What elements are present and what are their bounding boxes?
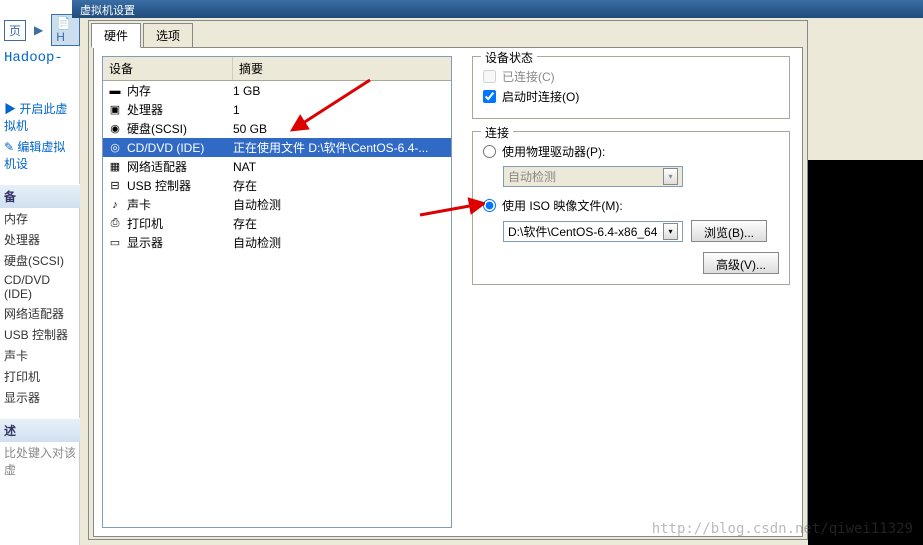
tab-hardware[interactable]: 硬件 bbox=[91, 23, 141, 48]
display-icon: ▭ bbox=[107, 235, 123, 251]
device-summary: NAT bbox=[233, 160, 447, 174]
device-summary: 自动检测 bbox=[233, 196, 447, 213]
device-name: 打印机 bbox=[127, 215, 163, 232]
connected-label: 已连接(C) bbox=[502, 68, 555, 85]
bg-memory: 内存 bbox=[0, 208, 80, 229]
device-summary: 正在使用文件 D:\软件\CentOS-6.4-... bbox=[233, 139, 447, 156]
desc-placeholder: 比处键入对该虚 bbox=[0, 442, 80, 480]
physical-drive-label: 使用物理驱动器(P): bbox=[502, 143, 605, 160]
bg-disk: 硬盘(SCSI) bbox=[0, 250, 80, 271]
connection-legend: 连接 bbox=[481, 124, 513, 141]
device-name: 显示器 bbox=[127, 234, 163, 251]
device-name: USB 控制器 bbox=[127, 177, 191, 194]
physical-drive-dropdown: 自动检测 ▾ bbox=[503, 166, 683, 187]
device-row[interactable]: ⎙打印机 存在 bbox=[103, 214, 451, 233]
advanced-button[interactable]: 高级(V)... bbox=[703, 252, 779, 274]
project-link[interactable]: Hadoop- bbox=[0, 48, 80, 68]
open-vm-link[interactable]: ▶ 开启此虚拟机 bbox=[0, 98, 80, 136]
iso-file-label: 使用 ISO 映像文件(M): bbox=[502, 197, 623, 214]
bg-cddvd: CD/DVD (IDE) bbox=[0, 271, 80, 303]
device-summary: 自动检测 bbox=[233, 234, 447, 251]
device-summary: 存在 bbox=[233, 177, 447, 194]
connect-on-start-label: 启动时连接(O) bbox=[502, 88, 579, 105]
devices-section-header: 备 bbox=[0, 184, 80, 208]
column-device[interactable]: 设备 bbox=[103, 57, 233, 80]
device-row[interactable]: ◎ CD/DVD (IDE) 正在使用文件 D:\软件\CentOS-6.4-... bbox=[103, 138, 451, 157]
watermark: http://blog.csdn.net/qiwei11329 bbox=[652, 521, 913, 537]
memory-icon: ▬ bbox=[107, 83, 123, 99]
disk-icon: ◉ bbox=[107, 121, 123, 137]
device-row[interactable]: ♪声卡 自动检测 bbox=[103, 195, 451, 214]
device-row[interactable]: ▭显示器 自动检测 bbox=[103, 233, 451, 252]
bg-printer: 打印机 bbox=[0, 366, 80, 387]
tab-home-icon[interactable]: 📄 H bbox=[51, 14, 80, 46]
device-list-panel: 设备 摘要 ▬内存 1 GB ▣处理器 1 ◉硬盘(SCSI) 50 GB ◎ CD/DVD … bbox=[102, 56, 452, 528]
chevron-down-icon[interactable]: ▾ bbox=[663, 223, 678, 240]
sound-icon: ♪ bbox=[107, 197, 123, 213]
iso-file-radio[interactable] bbox=[483, 199, 496, 212]
device-status-group: 设备状态 已连接(C) 启动时连接(O) bbox=[472, 56, 790, 119]
bg-network: 网络适配器 bbox=[0, 303, 80, 324]
device-name: 处理器 bbox=[127, 101, 163, 118]
status-legend: 设备状态 bbox=[481, 49, 537, 66]
bg-cpu: 处理器 bbox=[0, 229, 80, 250]
device-summary: 1 GB bbox=[233, 84, 447, 98]
bg-display: 显示器 bbox=[0, 387, 80, 408]
device-name: CD/DVD (IDE) bbox=[127, 141, 204, 155]
tab-page-icon[interactable]: 页 bbox=[4, 20, 26, 41]
physical-drive-radio[interactable] bbox=[483, 145, 496, 158]
desc-section-header: 述 bbox=[0, 418, 80, 442]
chevron-down-icon: ▾ bbox=[663, 168, 678, 185]
column-summary[interactable]: 摘要 bbox=[233, 57, 451, 80]
net-icon: ▦ bbox=[107, 159, 123, 175]
device-summary: 50 GB bbox=[233, 122, 447, 136]
device-row[interactable]: ◉硬盘(SCSI) 50 GB bbox=[103, 119, 451, 138]
connection-group: 连接 使用物理驱动器(P): 自动检测 ▾ 使用 ISO 映像文件(M): bbox=[472, 131, 790, 285]
device-name: 硬盘(SCSI) bbox=[127, 120, 187, 137]
device-row[interactable]: ▬内存 1 GB bbox=[103, 81, 451, 100]
device-name: 内存 bbox=[127, 82, 151, 99]
device-summary: 1 bbox=[233, 103, 447, 117]
bg-usb: USB 控制器 bbox=[0, 324, 80, 345]
cd-icon: ◎ bbox=[107, 140, 123, 156]
browse-button[interactable]: 浏览(B)... bbox=[691, 220, 767, 242]
printer-icon: ⎙ bbox=[107, 216, 123, 232]
device-row[interactable]: ▦网络适配器 NAT bbox=[103, 157, 451, 176]
window-title-bar: 虚拟机设置 bbox=[72, 0, 923, 18]
cpu-icon: ▣ bbox=[107, 102, 123, 118]
tab-options[interactable]: 选项 bbox=[143, 23, 193, 48]
vm-settings-dialog: 硬件 选项 设备 摘要 ▬内存 1 GB ▣处理器 1 ◉硬盘(SCSI) 50 GB ◎ C… bbox=[88, 20, 808, 540]
device-row[interactable]: ▣处理器 1 bbox=[103, 100, 451, 119]
usb-icon: ⊟ bbox=[107, 178, 123, 194]
connected-checkbox bbox=[483, 70, 496, 83]
device-name: 网络适配器 bbox=[127, 158, 187, 175]
bg-sound: 声卡 bbox=[0, 345, 80, 366]
iso-path-dropdown[interactable]: D:\软件\CentOS-6.4-x86_64 ▾ bbox=[503, 221, 683, 242]
device-summary: 存在 bbox=[233, 215, 447, 232]
device-row[interactable]: ⊟USB 控制器 存在 bbox=[103, 176, 451, 195]
device-name: 声卡 bbox=[127, 196, 151, 213]
edit-vm-link[interactable]: ✎ 编辑虚拟机设 bbox=[0, 136, 80, 174]
connect-on-start-checkbox[interactable] bbox=[483, 90, 496, 103]
